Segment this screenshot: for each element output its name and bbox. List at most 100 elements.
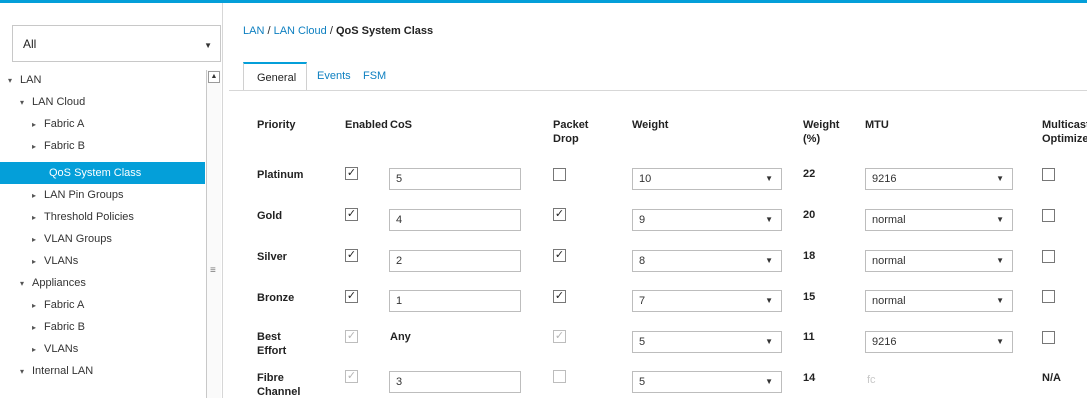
chevron-down-icon: ▼ [996, 256, 1004, 265]
scroll-up-icon[interactable]: ▲ [208, 71, 220, 83]
multicast-optimize-checkbox[interactable] [1042, 250, 1055, 263]
mtu-select[interactable]: normal ▼ [865, 209, 1013, 231]
weight-select[interactable]: 7 ▼ [632, 290, 782, 312]
expand-arrow-icon[interactable]: ▸ [32, 235, 44, 244]
cos-input[interactable]: 3 [389, 371, 521, 393]
breadcrumb-lan-cloud[interactable]: LAN Cloud [274, 25, 327, 37]
tree-item-appliances-vlans[interactable]: ▸ VLANs [0, 338, 205, 360]
cos-input[interactable]: 5 [389, 168, 521, 190]
enabled-checkbox[interactable]: ✓ [345, 290, 358, 303]
weight-select[interactable]: 5 ▼ [632, 371, 782, 393]
tree-item-label: LAN [20, 74, 42, 86]
tree-item-label: QoS System Class [49, 167, 142, 179]
expand-arrow-icon[interactable]: ▾ [8, 76, 20, 85]
expand-arrow-icon[interactable]: ▾ [20, 367, 32, 376]
navigation-tree: ▾ LAN ▾ LAN Cloud ▸ Fabric A ▸ Fabric B QoS … [0, 68, 205, 398]
chevron-down-icon: ▼ [765, 174, 773, 183]
tree-item-threshold-policies[interactable]: ▸ Threshold Policies [0, 206, 205, 228]
enabled-checkbox[interactable]: ✓ [345, 208, 358, 221]
tab-events[interactable]: Events [317, 62, 351, 91]
tree-item-label: VLANs [44, 255, 79, 267]
cos-input[interactable]: 4 [389, 209, 521, 231]
breadcrumb-separator: / [264, 25, 274, 37]
row-priority-label: Best Effort [257, 330, 286, 358]
mtu-value: normal [872, 295, 906, 307]
chevron-down-icon: ▼ [765, 215, 773, 224]
cos-input[interactable]: 2 [389, 250, 521, 272]
multicast-optimize-checkbox[interactable] [1042, 209, 1055, 222]
tree-item-appliances-fabric-a[interactable]: ▸ Fabric A [0, 294, 205, 316]
chevron-down-icon: ▼ [996, 174, 1004, 183]
scroll-grip-icon[interactable]: ≡ [210, 265, 216, 276]
expand-arrow-icon[interactable]: ▸ [32, 120, 44, 129]
tree-item-internal-lan[interactable]: ▾ Internal LAN [0, 360, 205, 382]
weight-select[interactable]: 8 ▼ [632, 250, 782, 272]
tree-item-label: Fabric B [44, 321, 85, 333]
filter-value: All [23, 37, 37, 51]
mtu-value: normal [872, 214, 906, 226]
row-priority-line1: Fibre [257, 372, 284, 384]
header-packet-drop-line1: Packet [553, 119, 589, 131]
tree-item-lan-pin-groups[interactable]: ▸ LAN Pin Groups [0, 184, 205, 206]
enabled-checkbox[interactable]: ✓ [345, 249, 358, 262]
tree-item-vlans[interactable]: ▸ VLANs [0, 250, 205, 272]
expand-arrow-icon[interactable]: ▸ [32, 323, 44, 332]
tree-item-lan-cloud[interactable]: ▾ LAN Cloud [0, 96, 205, 118]
tree-item-label: Fabric B [44, 140, 85, 152]
mtu-select[interactable]: normal ▼ [865, 250, 1013, 272]
row-priority-label: Silver [257, 251, 287, 263]
header-multicast-line2: Optimize [1042, 133, 1087, 145]
multicast-optimize-checkbox[interactable] [1042, 290, 1055, 303]
tree-item-vlan-groups[interactable]: ▸ VLAN Groups [0, 228, 205, 250]
packet-drop-checkbox[interactable]: ✓ [553, 249, 566, 262]
mtu-value: normal [872, 255, 906, 267]
row-priority-label: Gold [257, 210, 283, 222]
weight-percent-value: 22 [803, 168, 816, 180]
enabled-checkbox: ✓ [345, 330, 358, 343]
row-priority-line2: Effort [257, 345, 287, 357]
expand-arrow-icon[interactable]: ▸ [32, 257, 44, 266]
enabled-checkbox[interactable]: ✓ [345, 167, 358, 180]
expand-arrow-icon[interactable]: ▸ [32, 345, 44, 354]
mtu-select[interactable]: 9216 ▼ [865, 331, 1013, 353]
breadcrumb-lan[interactable]: LAN [243, 25, 264, 37]
weight-select[interactable]: 5 ▼ [632, 331, 782, 353]
weight-select[interactable]: 9 ▼ [632, 209, 782, 231]
tab-general[interactable]: General [243, 62, 307, 91]
chevron-down-icon: ▼ [204, 41, 212, 50]
tree-item-label: LAN Pin Groups [44, 189, 124, 201]
expand-arrow-icon[interactable]: ▸ [32, 213, 44, 222]
tree-item-fabric-a[interactable]: ▸ Fabric A [0, 118, 205, 140]
weight-percent-value: 20 [803, 209, 816, 221]
tree-item-fabric-b[interactable]: ▸ Fabric B [0, 140, 205, 162]
tab-divider [229, 90, 1087, 91]
chevron-down-icon: ▼ [765, 296, 773, 305]
mtu-select[interactable]: normal ▼ [865, 290, 1013, 312]
expand-arrow-icon[interactable]: ▸ [32, 142, 44, 151]
filter-dropdown[interactable]: All ▼ [12, 25, 221, 62]
expand-arrow-icon[interactable]: ▸ [32, 191, 44, 200]
multicast-optimize-checkbox[interactable] [1042, 331, 1055, 344]
weight-percent-value: 11 [803, 331, 815, 343]
mtu-value: 9216 [872, 173, 897, 185]
cos-input[interactable]: 1 [389, 290, 521, 312]
tree-item-qos-system-class[interactable]: QoS System Class [0, 162, 205, 184]
tree-item-lan[interactable]: ▾ LAN [0, 74, 205, 96]
tree-item-label: VLANs [44, 343, 79, 355]
packet-drop-checkbox[interactable] [553, 168, 566, 181]
multicast-optimize-checkbox[interactable] [1042, 168, 1055, 181]
weight-value: 5 [639, 376, 646, 388]
expand-arrow-icon[interactable]: ▾ [20, 279, 32, 288]
packet-drop-checkbox[interactable]: ✓ [553, 208, 566, 221]
tree-item-label: Appliances [32, 277, 86, 289]
tab-fsm[interactable]: FSM [363, 62, 386, 91]
tree-item-appliances-fabric-b[interactable]: ▸ Fabric B [0, 316, 205, 338]
weight-value: 5 [639, 336, 646, 348]
weight-select[interactable]: 10 ▼ [632, 168, 782, 190]
expand-arrow-icon[interactable]: ▾ [20, 98, 32, 107]
mtu-select[interactable]: 9216 ▼ [865, 168, 1013, 190]
tree-item-appliances[interactable]: ▾ Appliances [0, 272, 205, 294]
tree-scrollbar[interactable]: ▲ ≡ [206, 70, 221, 398]
expand-arrow-icon[interactable]: ▸ [32, 301, 44, 310]
packet-drop-checkbox[interactable]: ✓ [553, 290, 566, 303]
